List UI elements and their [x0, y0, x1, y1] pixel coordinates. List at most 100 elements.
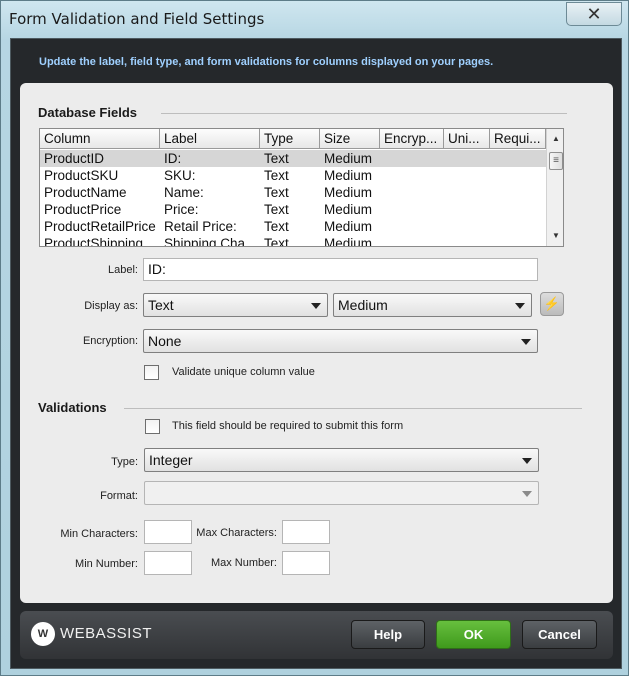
close-button[interactable]: ✕ — [566, 2, 622, 26]
max-characters-input[interactable] — [282, 520, 330, 544]
table-cell: ProductRetailPrice — [44, 219, 156, 234]
table-cell: Retail Price: — [164, 219, 237, 234]
max-characters-caption: Max Characters: — [196, 527, 277, 539]
table-cell: Text — [264, 219, 289, 234]
required-checkbox-label: This field should be required to submit … — [172, 420, 404, 432]
scroll-down-icon[interactable]: ▼ — [547, 228, 563, 244]
table-cell — [444, 184, 490, 201]
validation-type-select[interactable]: Integer — [144, 448, 539, 472]
table-cell: ID: — [164, 151, 182, 166]
table-cell: ProductShipping — [44, 236, 144, 247]
ok-button[interactable]: OK — [436, 620, 511, 649]
grid-header: Column Label Type Size Encryp... Uni... … — [40, 129, 546, 149]
encryption-caption: Encryption: — [82, 335, 138, 347]
chevron-down-icon — [515, 303, 525, 309]
table-cell — [490, 167, 546, 184]
webassist-logo-icon: W — [31, 622, 55, 646]
table-cell — [490, 201, 546, 218]
display-type-select[interactable]: Text — [143, 293, 328, 317]
table-cell — [380, 150, 444, 167]
scroll-up-icon[interactable]: ▲ — [547, 131, 563, 147]
validation-type-value: Integer — [149, 452, 193, 468]
table-cell — [490, 150, 546, 167]
chevron-down-icon — [522, 458, 532, 464]
table-cell: Medium — [324, 202, 373, 217]
table-cell: Shipping Cha... — [164, 236, 257, 247]
window-title: Form Validation and Field Settings — [9, 10, 265, 28]
table-cell: Text — [264, 151, 289, 166]
label-caption: Label: — [108, 264, 138, 276]
column-header[interactable]: Encryp... — [380, 129, 444, 149]
table-cell — [444, 167, 490, 184]
table-cell — [380, 218, 444, 235]
table-cell: Medium — [324, 185, 373, 200]
table-cell: Name: — [164, 185, 204, 200]
table-cell: Text — [264, 185, 289, 200]
dialog-window: Form Validation and Field Settings ✕ Upd… — [0, 0, 629, 676]
section-divider — [161, 113, 567, 114]
validations-heading: Validations — [38, 400, 107, 415]
table-cell — [444, 235, 490, 246]
table-cell: Text — [264, 202, 289, 217]
grid-body: ProductID ID: Text Medium ProductSKU SKU: Text… — [40, 150, 546, 247]
chevron-down-icon — [311, 303, 321, 309]
min-number-input[interactable] — [144, 551, 192, 575]
table-cell: ProductPrice — [44, 202, 122, 217]
table-row[interactable]: ProductRetailPrice Retail Price: Text Mediu… — [40, 218, 546, 235]
webassist-logo-text: WEBASSIST — [60, 625, 153, 642]
table-cell: ProductID — [44, 151, 105, 166]
table-cell: Text — [264, 236, 289, 247]
section-divider — [124, 408, 582, 409]
unique-checkbox[interactable] — [144, 365, 159, 380]
chevron-down-icon — [522, 491, 532, 497]
database-fields-heading: Database Fields — [38, 105, 137, 120]
column-header[interactable]: Requi... — [490, 129, 546, 149]
max-number-input[interactable] — [282, 551, 330, 575]
table-cell: Text — [264, 168, 289, 183]
min-number-caption: Min Number: — [75, 558, 138, 570]
table-cell — [444, 218, 490, 235]
table-row[interactable]: ProductShipping Shipping Cha... Text Medium — [40, 235, 546, 247]
column-header[interactable]: Type — [260, 129, 320, 149]
encryption-select[interactable]: None — [143, 329, 538, 353]
table-cell: SKU: — [164, 168, 196, 183]
unique-checkbox-label: Validate unique column value — [172, 366, 315, 378]
table-row[interactable]: ProductSKU SKU: Text Medium — [40, 167, 546, 184]
cancel-button[interactable]: Cancel — [522, 620, 597, 649]
table-cell — [380, 235, 444, 246]
table-cell — [490, 184, 546, 201]
format-caption: Format: — [100, 490, 138, 502]
table-cell: Medium — [324, 151, 373, 166]
validation-type-caption: Type: — [111, 456, 138, 468]
min-characters-input[interactable] — [144, 520, 192, 544]
fields-grid[interactable]: Column Label Type Size Encryp... Uni... … — [39, 128, 564, 247]
max-number-caption: Max Number: — [210, 557, 277, 569]
table-cell — [380, 167, 444, 184]
lightning-bolt-icon[interactable]: ⚡ — [540, 292, 564, 316]
scroll-thumb[interactable]: ≡ — [549, 152, 563, 170]
table-cell: Price: — [164, 202, 199, 217]
min-characters-caption: Min Characters: — [60, 528, 138, 540]
label-input[interactable]: ID: — [143, 258, 538, 281]
help-button[interactable]: Help — [351, 620, 425, 649]
column-header[interactable]: Uni... — [444, 129, 490, 149]
intro-text: Update the label, field type, and form v… — [39, 56, 494, 68]
table-row[interactable]: ProductName Name: Text Medium — [40, 184, 546, 201]
table-cell: ProductName — [44, 185, 127, 200]
grid-scrollbar[interactable]: ▲ ≡ ▼ — [546, 129, 563, 246]
format-select[interactable] — [144, 481, 539, 505]
table-row[interactable]: ProductPrice Price: Text Medium — [40, 201, 546, 218]
required-checkbox[interactable] — [145, 419, 160, 434]
table-row[interactable]: ProductID ID: Text Medium — [40, 150, 546, 167]
column-header[interactable]: Size — [320, 129, 380, 149]
table-cell — [380, 184, 444, 201]
display-size-select[interactable]: Medium — [333, 293, 532, 317]
column-header[interactable]: Label — [160, 129, 260, 149]
chevron-down-icon — [521, 339, 531, 345]
table-cell: Medium — [324, 168, 373, 183]
table-cell — [444, 150, 490, 167]
table-cell — [380, 201, 444, 218]
table-cell — [490, 235, 546, 246]
table-cell: Medium — [324, 219, 373, 234]
column-header[interactable]: Column — [40, 129, 160, 149]
